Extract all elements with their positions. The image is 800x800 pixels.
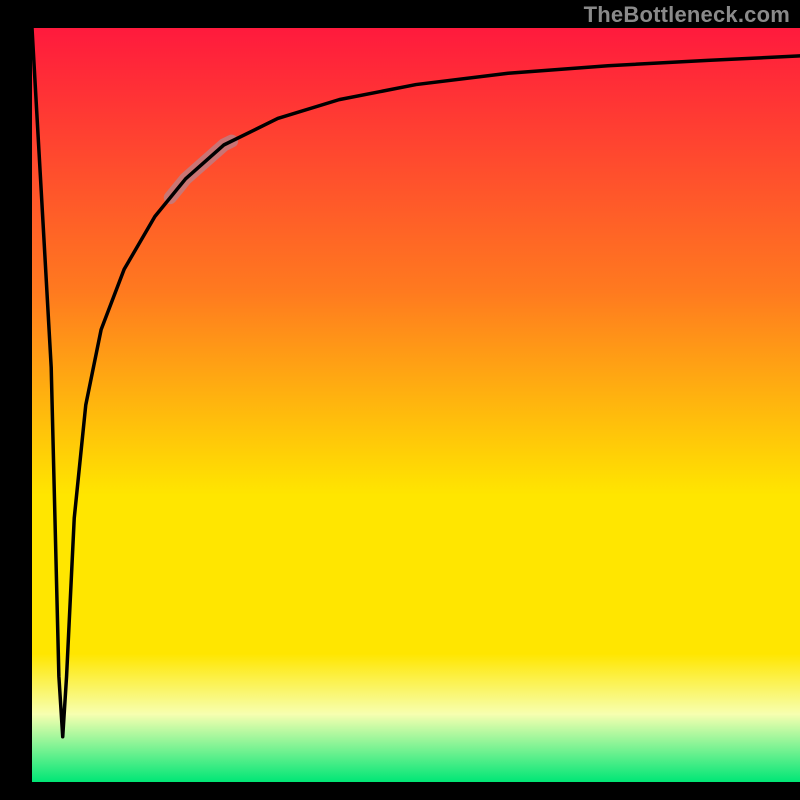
chart-frame: { "watermark": "TheBottleneck.com", "col… xyxy=(0,0,800,800)
plot-area xyxy=(32,28,800,782)
watermark-text: TheBottleneck.com xyxy=(584,2,790,28)
bottleneck-chart xyxy=(0,0,800,800)
